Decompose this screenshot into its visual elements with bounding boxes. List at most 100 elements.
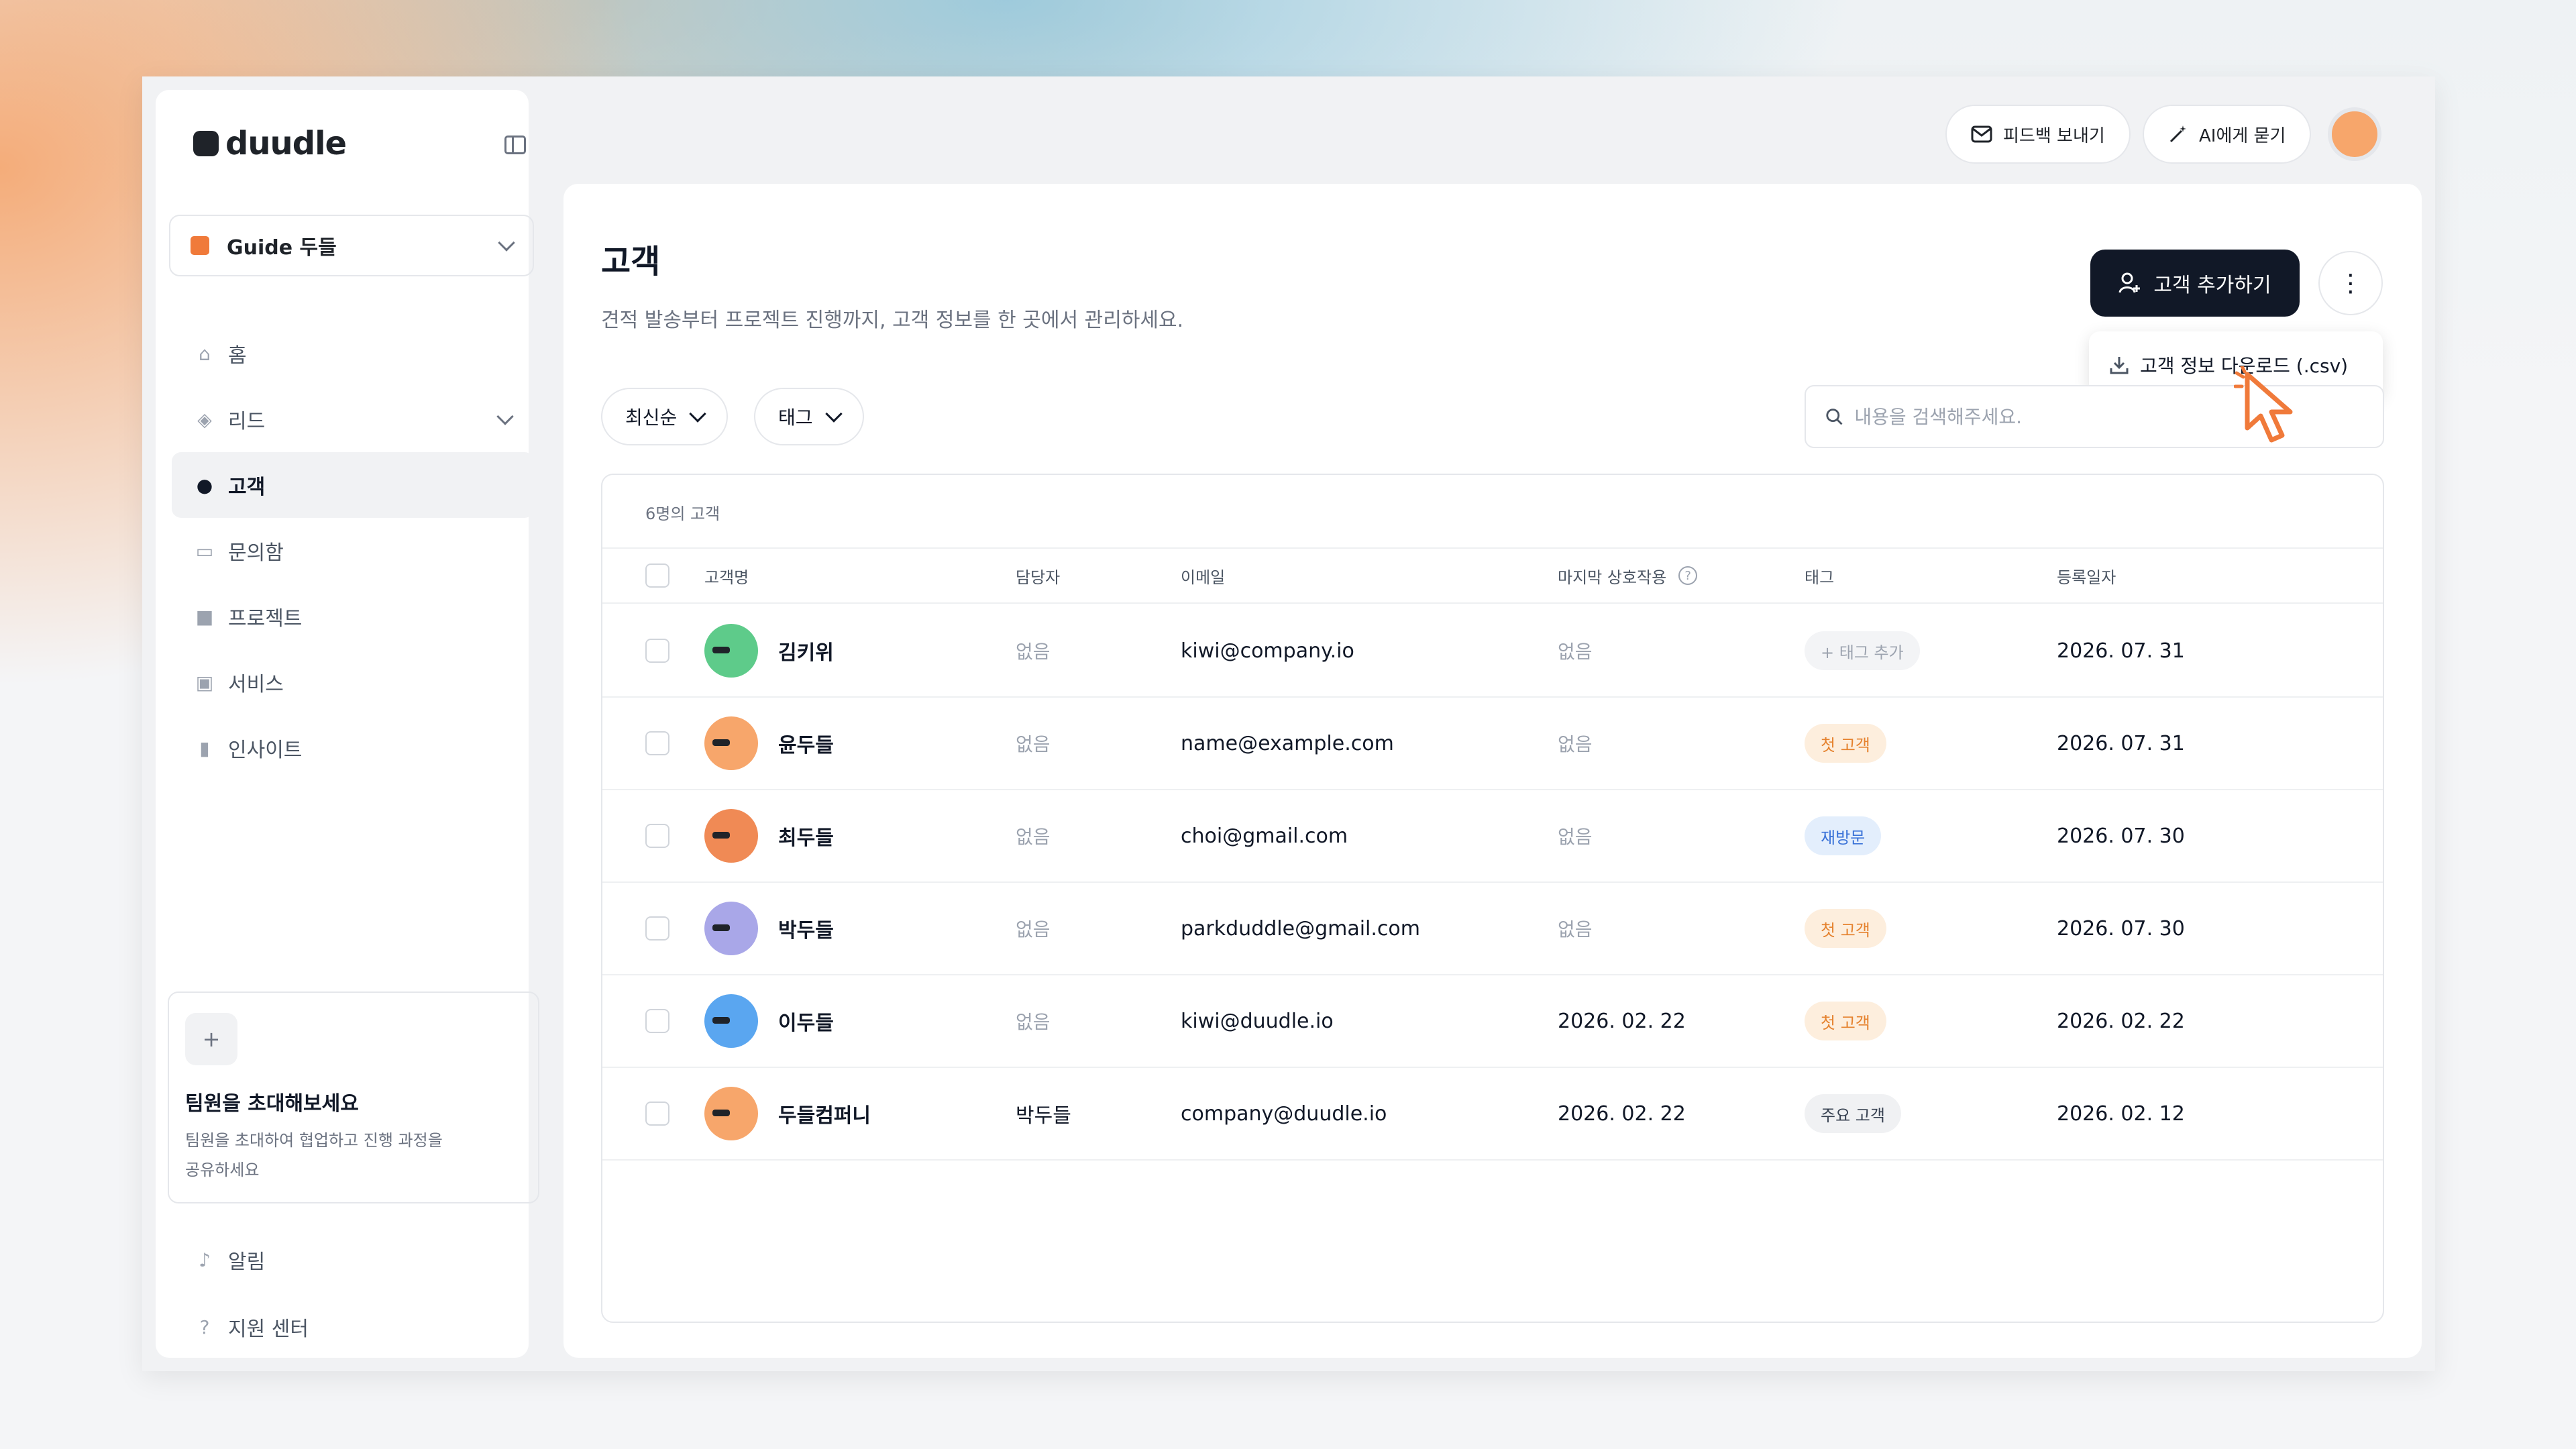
customer-name-cell[interactable]: 이두들 xyxy=(704,975,834,1067)
download-icon xyxy=(2110,357,2129,374)
chevron-down-icon xyxy=(689,405,707,423)
logo-mark-icon xyxy=(193,131,219,156)
email-cell: company@duudle.io xyxy=(1181,1102,1387,1126)
customer-avatar xyxy=(704,994,758,1048)
customer-avatar xyxy=(704,716,758,770)
sidebar-item-projects[interactable]: ■ 프로젝트 xyxy=(172,584,534,649)
customer-name-cell[interactable]: 최두들 xyxy=(704,790,834,881)
table-row[interactable]: 윤두들 없음 name@example.com 없음 첫 고객 2026. 07. 31 xyxy=(602,698,2383,790)
last-interaction-cell: 없음 xyxy=(1558,826,1593,848)
mouse-cursor-icon xyxy=(2234,366,2293,443)
add-customer-button[interactable]: 고객 추가하기 xyxy=(2090,250,2300,317)
help-icon[interactable]: ? xyxy=(1678,566,1698,585)
table-row[interactable]: 이두들 없음 kiwi@duudle.io 2026. 02. 22 첫 고객 2026.… xyxy=(602,975,2383,1068)
chevron-down-icon[interactable] xyxy=(496,408,514,425)
logo-text: duudle xyxy=(225,125,347,162)
last-interaction-cell: 없음 xyxy=(1558,918,1593,941)
customer-name: 이두들 xyxy=(778,1012,834,1035)
col-header-tag[interactable]: 태그 xyxy=(1805,549,1834,602)
col-header-date[interactable]: 등록일자 xyxy=(2057,549,2116,602)
row-checkbox[interactable] xyxy=(645,916,669,941)
tag-badge[interactable]: 첫 고객 xyxy=(1805,1002,1886,1040)
tag-badge[interactable]: 주요 고객 xyxy=(1805,1094,1901,1133)
col-header-last-interaction[interactable]: 마지막 상호작용 ? xyxy=(1558,549,1698,602)
workspace-selector[interactable]: Guide 두들 xyxy=(169,215,534,276)
user-avatar[interactable] xyxy=(2328,107,2381,161)
table-header: 고객명 담당자 이메일 마지막 상호작용 ? 태그 등록일자 xyxy=(602,547,2383,604)
sidebar-collapse-icon[interactable] xyxy=(504,136,526,154)
customer-avatar xyxy=(704,809,758,863)
customer-name-cell[interactable]: 김키위 xyxy=(704,605,834,696)
ask-ai-button[interactable]: AI에게 묻기 xyxy=(2143,105,2312,164)
row-checkbox[interactable] xyxy=(645,639,669,663)
logo[interactable]: duudle xyxy=(193,125,347,162)
col-header-email[interactable]: 이메일 xyxy=(1181,549,1225,602)
customer-table: 6명의 고객 고객명 담당자 이메일 마지막 상호작용 ? 태그 등록일자 김키… xyxy=(601,474,2384,1323)
row-checkbox[interactable] xyxy=(645,824,669,848)
email-cell: name@example.com xyxy=(1181,731,1394,755)
row-checkbox[interactable] xyxy=(645,731,669,755)
email-cell: parkduddle@gmail.com xyxy=(1181,916,1420,941)
tag-badge[interactable]: + 태그 추가 xyxy=(1805,631,1920,670)
owner-cell: 없음 xyxy=(1016,826,1051,848)
customer-name-cell[interactable]: 두들컴퍼니 xyxy=(704,1068,871,1159)
workspace-icon xyxy=(191,236,209,255)
home-icon: ⌂ xyxy=(199,342,211,365)
table-row[interactable]: 최두들 없음 choi@gmail.com 없음 재방문 2026. 07. 30 xyxy=(602,790,2383,883)
invite-card[interactable]: + 팀원을 초대해보세요 팀원을 초대하여 협업하고 진행 과정을 공유하세요 xyxy=(168,991,539,1203)
sidebar-item-services[interactable]: ▣ 서비스 xyxy=(172,649,534,715)
table-row[interactable]: 박두들 없음 parkduddle@gmail.com 없음 첫 고객 2026. 07.… xyxy=(602,883,2383,975)
bar-chart-icon: ▮ xyxy=(199,737,210,759)
tag-badge[interactable]: 첫 고객 xyxy=(1805,909,1886,948)
date-cell: 2026. 07. 30 xyxy=(2057,916,2185,941)
customer-name: 박두들 xyxy=(778,919,834,943)
customer-avatar xyxy=(704,902,758,955)
owner-cell: 박두들 xyxy=(1016,1104,1071,1128)
sidebar-nav: ⌂ 홈 ◈ 리드 ● 고객 ▭ 문의함 ■ 프로젝트 ▣ 서비스 ▮ 인사이트 xyxy=(172,321,534,781)
date-cell: 2026. 07. 31 xyxy=(2057,731,2185,755)
chevron-down-icon xyxy=(824,405,843,423)
sidebar-item-home[interactable]: ⌂ 홈 xyxy=(172,321,534,386)
select-all-checkbox[interactable] xyxy=(645,564,669,588)
table-row[interactable]: 김키위 없음 kiwi@company.io 없음 + 태그 추가 2026. 07. 3… xyxy=(602,605,2383,698)
date-cell: 2026. 07. 31 xyxy=(2057,639,2185,663)
chevron-down-icon xyxy=(498,234,515,252)
sidebar-bottom-nav: ♪ 알림 ? 지원 센터 xyxy=(172,1226,534,1360)
col-header-owner[interactable]: 담당자 xyxy=(1016,549,1060,602)
customer-count: 6명의 고객 xyxy=(645,504,720,523)
col-header-last-label: 마지막 상호작용 xyxy=(1558,568,1667,587)
sort-label: 최신순 xyxy=(625,407,678,429)
customer-name: 김키위 xyxy=(778,641,834,665)
sidebar-item-label: 프로젝트 xyxy=(228,607,303,631)
sidebar-item-inbox[interactable]: ▭ 문의함 xyxy=(172,518,534,584)
sort-filter-button[interactable]: 최신순 xyxy=(601,388,729,445)
row-checkbox[interactable] xyxy=(645,1102,669,1126)
page-title: 고객 xyxy=(601,243,661,280)
mail-icon xyxy=(1971,125,1992,143)
last-interaction-cell: 2026. 02. 22 xyxy=(1558,1102,1686,1126)
row-checkbox[interactable] xyxy=(645,1009,669,1033)
sidebar-item-notifications[interactable]: ♪ 알림 xyxy=(172,1226,534,1293)
owner-cell: 없음 xyxy=(1016,918,1051,941)
sidebar-item-label: 알림 xyxy=(228,1250,266,1274)
table-row[interactable]: 두들컴퍼니 박두들 company@duudle.io 2026. 02. 22 주요 … xyxy=(602,1068,2383,1161)
sidebar-item-label: 문의함 xyxy=(228,541,284,565)
customer-name: 윤두들 xyxy=(778,734,834,757)
bell-icon: ♪ xyxy=(199,1248,211,1271)
sidebar-item-customers[interactable]: ● 고객 xyxy=(172,452,534,518)
sidebar-item-insights[interactable]: ▮ 인사이트 xyxy=(172,715,534,781)
customer-name: 최두들 xyxy=(778,826,834,850)
sidebar-item-support[interactable]: ? 지원 센터 xyxy=(172,1293,534,1360)
col-header-name[interactable]: 고객명 xyxy=(704,549,749,602)
owner-cell: 없음 xyxy=(1016,733,1051,755)
add-user-icon: + xyxy=(185,1013,237,1065)
sidebar-item-leads[interactable]: ◈ 리드 xyxy=(172,386,534,452)
feedback-button[interactable]: 피드백 보내기 xyxy=(1945,105,2131,164)
more-options-button[interactable]: ⋮ xyxy=(2318,251,2383,315)
tag-badge[interactable]: 재방문 xyxy=(1805,816,1882,855)
tag-badge[interactable]: 첫 고객 xyxy=(1805,724,1886,763)
tag-filter-button[interactable]: 태그 xyxy=(754,388,864,445)
sidebar-item-label: 서비스 xyxy=(228,673,284,696)
customer-name-cell[interactable]: 박두들 xyxy=(704,883,834,974)
customer-name-cell[interactable]: 윤두들 xyxy=(704,698,834,789)
